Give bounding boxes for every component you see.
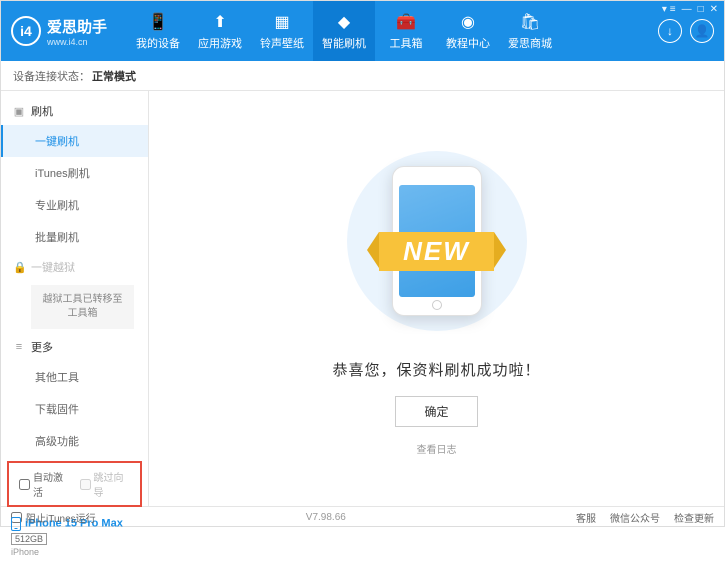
auto-activate-checkbox[interactable]: 自动激活 — [19, 469, 70, 499]
flash-section-icon: ▣ — [13, 105, 25, 118]
sidebar-item-pro-flash[interactable]: 专业刷机 — [1, 189, 148, 221]
top-nav: 📱我的设备 ⬆应用游戏 ▦铃声壁纸 ◆智能刷机 🧰工具箱 ◉教程中心 🛍爱思商城 — [127, 1, 650, 61]
options-highlight-box: 自动激活 跳过向导 — [7, 461, 142, 507]
view-log-link[interactable]: 查看日志 — [417, 441, 457, 456]
header-actions: ↓ 👤 — [658, 19, 714, 43]
logo: i4 爱思助手 www.i4.cn — [11, 16, 107, 47]
status-label: 设备连接状态： — [13, 68, 90, 84]
jailbreak-note: 越狱工具已转移至工具箱 — [31, 285, 134, 329]
phone-icon — [11, 517, 21, 531]
nav-apps-games[interactable]: ⬆应用游戏 — [189, 1, 251, 61]
device-storage: 512GB — [11, 533, 47, 545]
status-value: 正常模式 — [92, 68, 136, 84]
lock-icon: 🔒 — [13, 261, 25, 274]
sidebar-section-more[interactable]: ≡更多 — [1, 333, 148, 361]
sidebar: ▣刷机 一键刷机 iTunes刷机 专业刷机 批量刷机 🔒一键越狱 越狱工具已转… — [1, 91, 149, 506]
minimize-icon[interactable]: — — [682, 4, 692, 15]
nav-smart-flash[interactable]: ◆智能刷机 — [313, 1, 375, 61]
success-illustration: NEW — [337, 141, 537, 341]
more-icon: ≡ — [13, 341, 25, 353]
user-icon[interactable]: 👤 — [690, 19, 714, 43]
store-icon: 🛍 — [520, 12, 540, 32]
logo-icon: i4 — [11, 16, 41, 46]
sidebar-item-download-firmware[interactable]: 下载固件 — [1, 393, 148, 425]
device-icon: 📱 — [148, 12, 168, 32]
footer-update-link[interactable]: 检查更新 — [674, 510, 714, 525]
nav-store[interactable]: 🛍爱思商城 — [499, 1, 561, 61]
version-label: V7.98.66 — [306, 512, 346, 523]
tutorial-icon: ◉ — [458, 12, 478, 32]
apps-icon: ⬆ — [210, 12, 230, 32]
footer-support-link[interactable]: 客服 — [576, 510, 596, 525]
window-controls: ▾ ≡ — □ ✕ — [662, 4, 718, 15]
nav-ringtones[interactable]: ▦铃声壁纸 — [251, 1, 313, 61]
sidebar-item-batch-flash[interactable]: 批量刷机 — [1, 221, 148, 253]
sidebar-item-advanced[interactable]: 高级功能 — [1, 425, 148, 457]
nav-toolbox[interactable]: 🧰工具箱 — [375, 1, 437, 61]
new-ribbon: NEW — [379, 232, 494, 271]
status-bar: 设备连接状态： 正常模式 — [1, 61, 724, 91]
app-header: ▾ ≡ — □ ✕ i4 爱思助手 www.i4.cn 📱我的设备 ⬆应用游戏 … — [1, 1, 724, 61]
download-icon[interactable]: ↓ — [658, 19, 682, 43]
close-icon[interactable]: ✕ — [710, 4, 718, 15]
flash-icon: ◆ — [334, 12, 354, 32]
menu-icon[interactable]: ▾ ≡ — [662, 4, 676, 15]
nav-my-device[interactable]: 📱我的设备 — [127, 1, 189, 61]
app-title: 爱思助手 — [47, 16, 107, 37]
ringtone-icon: ▦ — [272, 12, 292, 32]
sidebar-item-itunes-flash[interactable]: iTunes刷机 — [1, 157, 148, 189]
toolbox-icon: 🧰 — [396, 12, 416, 32]
confirm-button[interactable]: 确定 — [395, 396, 477, 427]
sidebar-section-flash[interactable]: ▣刷机 — [1, 97, 148, 125]
maximize-icon[interactable]: □ — [698, 4, 704, 15]
main-content: NEW 恭喜您，保资料刷机成功啦！ 确定 查看日志 — [149, 91, 724, 506]
app-url: www.i4.cn — [47, 37, 107, 47]
sidebar-item-other-tools[interactable]: 其他工具 — [1, 361, 148, 393]
sidebar-section-jailbreak: 🔒一键越狱 — [1, 253, 148, 281]
device-type: iPhone — [11, 547, 138, 557]
nav-tutorials[interactable]: ◉教程中心 — [437, 1, 499, 61]
sidebar-item-oneclick-flash[interactable]: 一键刷机 — [1, 125, 148, 157]
footer-wechat-link[interactable]: 微信公众号 — [610, 510, 660, 525]
success-message: 恭喜您，保资料刷机成功啦！ — [332, 359, 540, 380]
block-itunes-checkbox[interactable]: 阻止iTunes运行 — [11, 510, 96, 525]
skip-guide-checkbox[interactable]: 跳过向导 — [80, 469, 131, 499]
